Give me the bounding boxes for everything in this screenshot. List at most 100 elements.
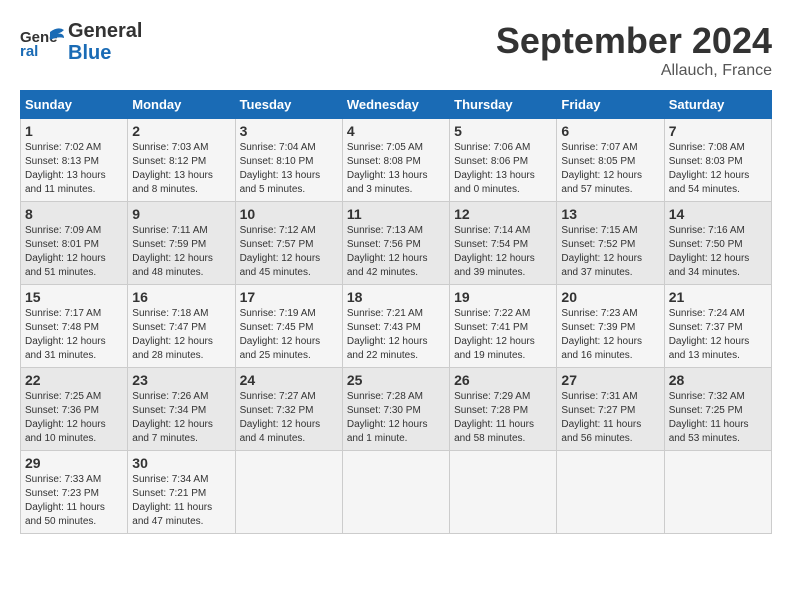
column-header-sunday: Sunday	[21, 91, 128, 119]
page-header: Gene ral General Blue September 2024 All…	[20, 20, 772, 80]
svg-text:ral: ral	[20, 43, 38, 60]
calendar-cell: 29 Sunrise: 7:33 AM Sunset: 7:23 PM Dayl…	[21, 451, 128, 534]
calendar-cell: 6 Sunrise: 7:07 AM Sunset: 8:05 PM Dayli…	[557, 119, 664, 202]
calendar-cell: 25 Sunrise: 7:28 AM Sunset: 7:30 PM Dayl…	[342, 368, 449, 451]
calendar-cell: 8 Sunrise: 7:09 AM Sunset: 8:01 PM Dayli…	[21, 202, 128, 285]
calendar-cell: 21 Sunrise: 7:24 AM Sunset: 7:37 PM Dayl…	[664, 285, 771, 368]
day-number: 25	[347, 372, 445, 388]
calendar-cell: 26 Sunrise: 7:29 AM Sunset: 7:28 PM Dayl…	[450, 368, 557, 451]
day-number: 26	[454, 372, 552, 388]
day-info: Sunrise: 7:06 AM Sunset: 8:06 PM Dayligh…	[454, 141, 552, 197]
calendar-cell: 1 Sunrise: 7:02 AM Sunset: 8:13 PM Dayli…	[21, 119, 128, 202]
day-number: 20	[561, 289, 659, 305]
day-number: 29	[25, 455, 123, 471]
calendar-week-row: 1 Sunrise: 7:02 AM Sunset: 8:13 PM Dayli…	[21, 119, 772, 202]
column-header-monday: Monday	[128, 91, 235, 119]
column-header-saturday: Saturday	[664, 91, 771, 119]
calendar-cell	[235, 451, 342, 534]
day-info: Sunrise: 7:24 AM Sunset: 7:37 PM Dayligh…	[669, 307, 767, 363]
day-number: 30	[132, 455, 230, 471]
column-header-wednesday: Wednesday	[342, 91, 449, 119]
calendar-cell: 22 Sunrise: 7:25 AM Sunset: 7:36 PM Dayl…	[21, 368, 128, 451]
day-number: 16	[132, 289, 230, 305]
calendar-cell: 30 Sunrise: 7:34 AM Sunset: 7:21 PM Dayl…	[128, 451, 235, 534]
calendar-cell: 23 Sunrise: 7:26 AM Sunset: 7:34 PM Dayl…	[128, 368, 235, 451]
day-info: Sunrise: 7:32 AM Sunset: 7:25 PM Dayligh…	[669, 390, 767, 446]
day-info: Sunrise: 7:26 AM Sunset: 7:34 PM Dayligh…	[132, 390, 230, 446]
day-info: Sunrise: 7:31 AM Sunset: 7:27 PM Dayligh…	[561, 390, 659, 446]
logo: Gene ral General Blue	[20, 20, 142, 64]
day-info: Sunrise: 7:02 AM Sunset: 8:13 PM Dayligh…	[25, 141, 123, 197]
column-header-thursday: Thursday	[450, 91, 557, 119]
day-info: Sunrise: 7:14 AM Sunset: 7:54 PM Dayligh…	[454, 224, 552, 280]
day-info: Sunrise: 7:12 AM Sunset: 7:57 PM Dayligh…	[240, 224, 338, 280]
day-number: 7	[669, 123, 767, 139]
calendar-cell: 2 Sunrise: 7:03 AM Sunset: 8:12 PM Dayli…	[128, 119, 235, 202]
column-header-friday: Friday	[557, 91, 664, 119]
calendar-cell: 17 Sunrise: 7:19 AM Sunset: 7:45 PM Dayl…	[235, 285, 342, 368]
day-info: Sunrise: 7:08 AM Sunset: 8:03 PM Dayligh…	[669, 141, 767, 197]
month-title: September 2024	[496, 20, 772, 62]
day-info: Sunrise: 7:07 AM Sunset: 8:05 PM Dayligh…	[561, 141, 659, 197]
calendar-cell: 19 Sunrise: 7:22 AM Sunset: 7:41 PM Dayl…	[450, 285, 557, 368]
day-info: Sunrise: 7:17 AM Sunset: 7:48 PM Dayligh…	[25, 307, 123, 363]
day-number: 12	[454, 206, 552, 222]
day-info: Sunrise: 7:28 AM Sunset: 7:30 PM Dayligh…	[347, 390, 445, 446]
day-info: Sunrise: 7:27 AM Sunset: 7:32 PM Dayligh…	[240, 390, 338, 446]
logo-text-general: General	[68, 20, 142, 42]
day-number: 22	[25, 372, 123, 388]
day-number: 3	[240, 123, 338, 139]
calendar-cell: 11 Sunrise: 7:13 AM Sunset: 7:56 PM Dayl…	[342, 202, 449, 285]
day-info: Sunrise: 7:33 AM Sunset: 7:23 PM Dayligh…	[25, 473, 123, 529]
day-number: 10	[240, 206, 338, 222]
logo-text-blue: Blue	[68, 42, 142, 64]
calendar-header-row: SundayMondayTuesdayWednesdayThursdayFrid…	[21, 91, 772, 119]
calendar-cell: 16 Sunrise: 7:18 AM Sunset: 7:47 PM Dayl…	[128, 285, 235, 368]
calendar-cell	[557, 451, 664, 534]
logo-icon: Gene ral	[20, 24, 64, 60]
calendar-cell	[450, 451, 557, 534]
calendar-cell	[342, 451, 449, 534]
calendar-cell: 10 Sunrise: 7:12 AM Sunset: 7:57 PM Dayl…	[235, 202, 342, 285]
day-number: 14	[669, 206, 767, 222]
day-number: 4	[347, 123, 445, 139]
day-info: Sunrise: 7:03 AM Sunset: 8:12 PM Dayligh…	[132, 141, 230, 197]
day-info: Sunrise: 7:09 AM Sunset: 8:01 PM Dayligh…	[25, 224, 123, 280]
day-number: 13	[561, 206, 659, 222]
column-header-tuesday: Tuesday	[235, 91, 342, 119]
day-number: 1	[25, 123, 123, 139]
day-info: Sunrise: 7:34 AM Sunset: 7:21 PM Dayligh…	[132, 473, 230, 529]
day-info: Sunrise: 7:18 AM Sunset: 7:47 PM Dayligh…	[132, 307, 230, 363]
calendar-cell: 4 Sunrise: 7:05 AM Sunset: 8:08 PM Dayli…	[342, 119, 449, 202]
location-text: Allauch, France	[496, 62, 772, 80]
day-info: Sunrise: 7:13 AM Sunset: 7:56 PM Dayligh…	[347, 224, 445, 280]
calendar-week-row: 29 Sunrise: 7:33 AM Sunset: 7:23 PM Dayl…	[21, 451, 772, 534]
day-number: 8	[25, 206, 123, 222]
day-info: Sunrise: 7:04 AM Sunset: 8:10 PM Dayligh…	[240, 141, 338, 197]
day-number: 17	[240, 289, 338, 305]
calendar-cell	[664, 451, 771, 534]
day-info: Sunrise: 7:05 AM Sunset: 8:08 PM Dayligh…	[347, 141, 445, 197]
day-number: 9	[132, 206, 230, 222]
calendar-week-row: 8 Sunrise: 7:09 AM Sunset: 8:01 PM Dayli…	[21, 202, 772, 285]
calendar-cell: 18 Sunrise: 7:21 AM Sunset: 7:43 PM Dayl…	[342, 285, 449, 368]
calendar-cell: 5 Sunrise: 7:06 AM Sunset: 8:06 PM Dayli…	[450, 119, 557, 202]
day-number: 15	[25, 289, 123, 305]
day-number: 2	[132, 123, 230, 139]
day-info: Sunrise: 7:29 AM Sunset: 7:28 PM Dayligh…	[454, 390, 552, 446]
day-info: Sunrise: 7:23 AM Sunset: 7:39 PM Dayligh…	[561, 307, 659, 363]
day-number: 6	[561, 123, 659, 139]
calendar-cell: 27 Sunrise: 7:31 AM Sunset: 7:27 PM Dayl…	[557, 368, 664, 451]
calendar-cell: 12 Sunrise: 7:14 AM Sunset: 7:54 PM Dayl…	[450, 202, 557, 285]
day-number: 19	[454, 289, 552, 305]
day-number: 5	[454, 123, 552, 139]
calendar-cell: 9 Sunrise: 7:11 AM Sunset: 7:59 PM Dayli…	[128, 202, 235, 285]
calendar-cell: 20 Sunrise: 7:23 AM Sunset: 7:39 PM Dayl…	[557, 285, 664, 368]
day-number: 24	[240, 372, 338, 388]
calendar-table: SundayMondayTuesdayWednesdayThursdayFrid…	[20, 90, 772, 534]
calendar-cell: 24 Sunrise: 7:27 AM Sunset: 7:32 PM Dayl…	[235, 368, 342, 451]
day-info: Sunrise: 7:16 AM Sunset: 7:50 PM Dayligh…	[669, 224, 767, 280]
calendar-cell: 15 Sunrise: 7:17 AM Sunset: 7:48 PM Dayl…	[21, 285, 128, 368]
calendar-cell: 7 Sunrise: 7:08 AM Sunset: 8:03 PM Dayli…	[664, 119, 771, 202]
title-block: September 2024 Allauch, France	[496, 20, 772, 80]
